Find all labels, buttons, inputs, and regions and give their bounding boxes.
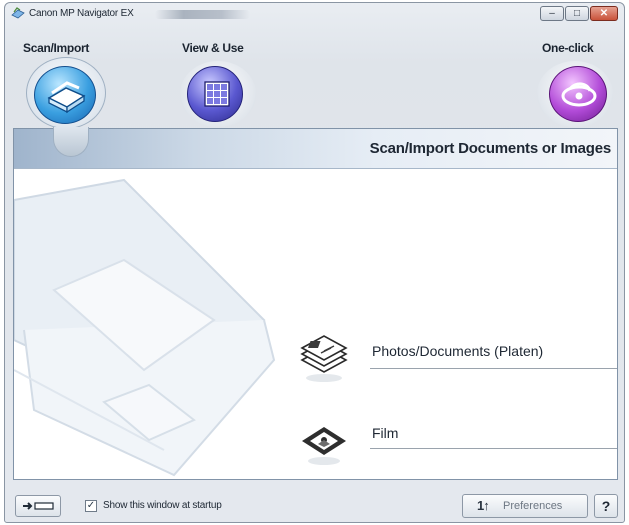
panel-header: Scan/Import Documents or Images xyxy=(14,129,617,169)
scanner-illustration xyxy=(14,178,276,477)
photos-documents-action[interactable]: Photos/Documents (Platen) xyxy=(294,326,617,386)
main-window: Canon MP Navigator EX – □ ✕ Scan/Import … xyxy=(4,2,625,523)
collapse-button[interactable] xyxy=(15,495,61,517)
film-label: Film xyxy=(372,425,399,441)
window-controls: – □ ✕ xyxy=(540,6,618,21)
one-click-icon xyxy=(549,66,607,122)
documents-stack-icon xyxy=(300,335,348,382)
tab-view-use[interactable] xyxy=(180,61,256,127)
tab-one-click[interactable] xyxy=(537,61,613,127)
photo-grid-icon xyxy=(187,66,243,122)
preferences-label: Preferences xyxy=(503,500,563,512)
app-icon xyxy=(11,7,25,19)
minimize-icon: – xyxy=(549,8,555,19)
film-strip-icon xyxy=(302,427,346,465)
window-title: Canon MP Navigator EX xyxy=(29,8,134,19)
content-panel: Scan/Import Documents or Images Photos/D… xyxy=(13,128,618,480)
mode-label-one-click[interactable]: One-click xyxy=(542,41,594,55)
divider xyxy=(370,368,617,369)
film-action[interactable]: Film xyxy=(294,411,617,471)
help-button[interactable]: ? xyxy=(594,494,618,518)
arrow-right-icon xyxy=(23,502,54,510)
title-redacted-area xyxy=(155,10,250,19)
show-at-startup-checkbox[interactable]: ✓ xyxy=(85,500,97,512)
close-icon: ✕ xyxy=(599,8,609,19)
minimize-button[interactable]: – xyxy=(540,6,564,21)
show-at-startup-label: Show this window at startup xyxy=(103,500,222,511)
close-button[interactable]: ✕ xyxy=(590,6,618,21)
checkmark-icon: ✓ xyxy=(86,500,96,511)
title-bar[interactable]: Canon MP Navigator EX – □ ✕ xyxy=(5,3,624,25)
bottom-bar: ✓ Show this window at startup 1↑ Prefere… xyxy=(5,483,624,522)
divider xyxy=(370,448,617,449)
panel-title: Scan/Import Documents or Images xyxy=(369,140,612,157)
mode-label-scan-import[interactable]: Scan/Import xyxy=(23,41,89,55)
maximize-icon: □ xyxy=(573,8,581,19)
photos-documents-label: Photos/Documents (Platen) xyxy=(372,343,544,359)
tab-scan-import[interactable] xyxy=(26,57,106,129)
maximize-button[interactable]: □ xyxy=(565,6,589,21)
preferences-button[interactable]: 1↑ Preferences xyxy=(462,494,588,518)
preferences-icon: 1↑ xyxy=(477,498,490,513)
mode-label-view-use[interactable]: View & Use xyxy=(182,41,244,55)
scanner-icon xyxy=(34,66,96,124)
